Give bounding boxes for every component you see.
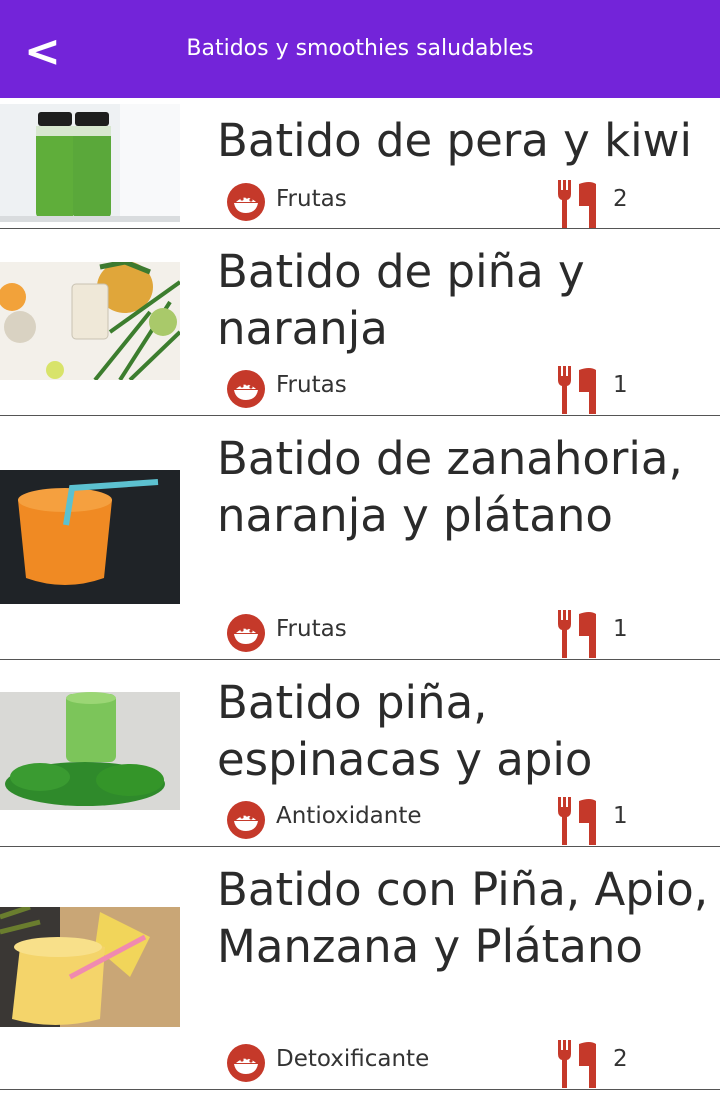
recipe-item[interactable]: Batido de zanahoria, naranja y plátano F… [0, 416, 720, 660]
recipe-image [0, 907, 180, 1027]
recipe-name: Batido con Piña, Apio, Manzana y Plátano [217, 863, 709, 973]
recipe-servings: 1 [613, 616, 628, 642]
recipe-category: Frutas [276, 372, 347, 398]
recipe-name: Batido de zanahoria, naranja y plátano [217, 432, 683, 542]
bowl-icon [227, 370, 265, 408]
page-title: Batidos y smoothies saludables [186, 36, 534, 61]
recipe-servings: 1 [613, 372, 628, 398]
recipe-servings: 2 [613, 186, 628, 212]
bowl-icon [227, 614, 265, 652]
recipe-name: Batido piña, espinacas y apio [217, 676, 593, 786]
recipe-image [0, 692, 180, 810]
recipe-item[interactable]: Batido de pera y kiwi Frutas 2 [0, 98, 720, 229]
fork-knife-icon [557, 180, 597, 228]
bowl-icon [227, 1044, 265, 1082]
bowl-icon [227, 183, 265, 221]
recipe-image [0, 262, 180, 380]
fork-knife-icon [557, 366, 597, 414]
recipe-item[interactable]: Batido piña, espinacas y apio Antioxidan… [0, 660, 720, 847]
recipe-name: Batido de pera y kiwi [217, 114, 692, 167]
bowl-icon [227, 801, 265, 839]
fork-knife-icon [557, 797, 597, 845]
recipe-item[interactable]: Batido con Piña, Apio, Manzana y Plátano… [0, 847, 720, 1090]
fork-knife-icon [557, 1040, 597, 1088]
recipe-item[interactable]: Batido de piña y naranja Frutas 1 [0, 229, 720, 416]
app-bar: < Batidos y smoothies saludables [0, 0, 720, 98]
fork-knife-icon [557, 610, 597, 658]
recipe-category: Frutas [276, 186, 347, 212]
recipe-servings: 2 [613, 1046, 628, 1072]
recipe-category: Detoxificante [276, 1046, 430, 1072]
recipe-category: Frutas [276, 616, 347, 642]
recipe-image [0, 470, 180, 604]
recipe-name: Batido de piña y naranja [217, 245, 585, 355]
recipe-category: Antioxidante [276, 803, 422, 829]
recipe-servings: 1 [613, 803, 628, 829]
recipe-image [0, 104, 180, 222]
